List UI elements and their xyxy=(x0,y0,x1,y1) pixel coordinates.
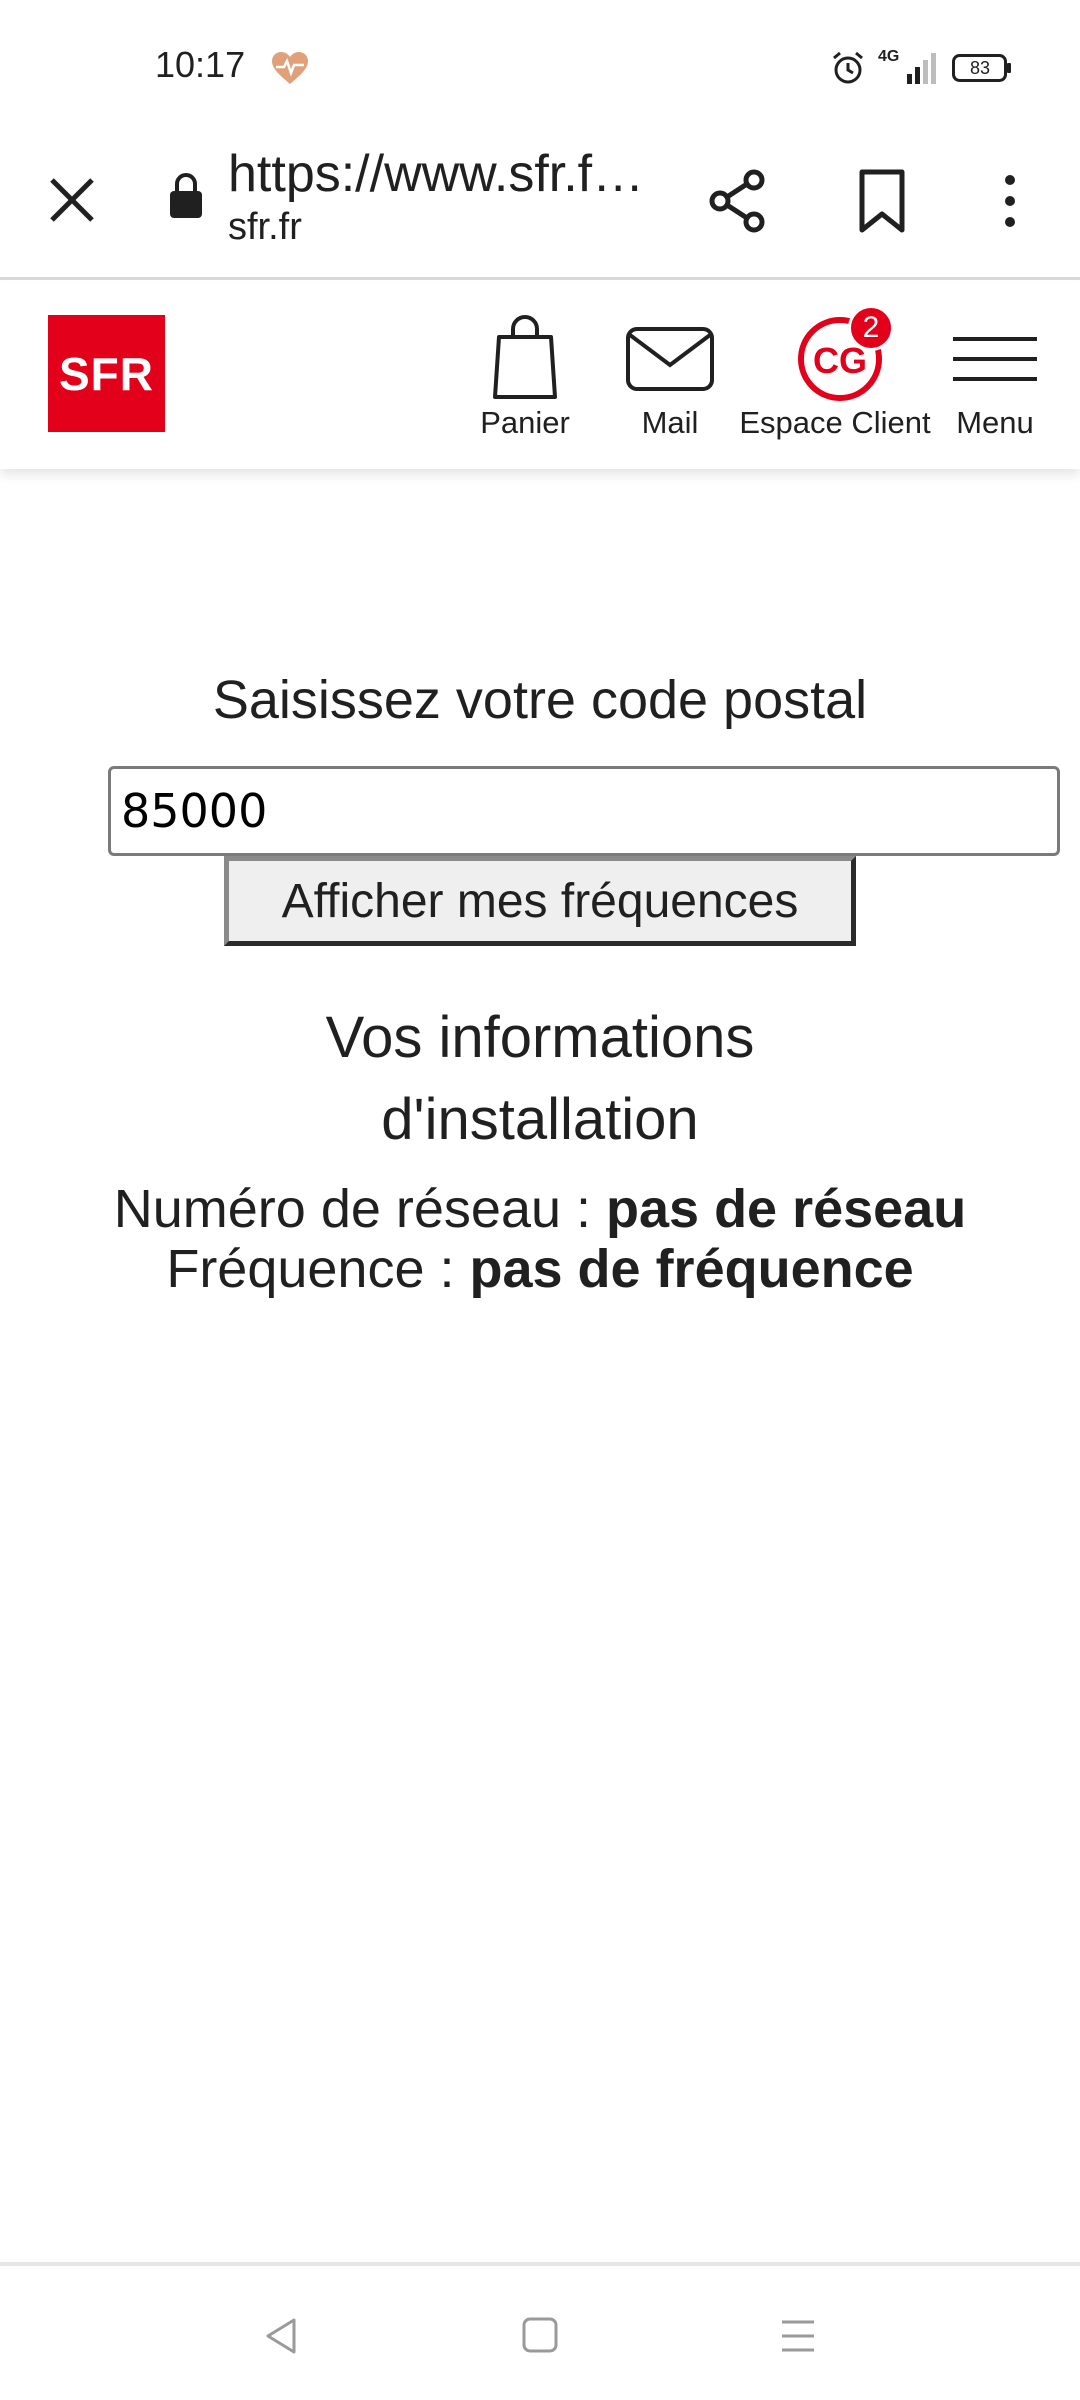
system-navigation-bar xyxy=(0,2262,1080,2400)
network-value: pas de réseau xyxy=(606,1179,967,1239)
nav-mail[interactable]: Mail xyxy=(615,313,725,443)
shopping-bag-icon xyxy=(493,315,557,399)
recent-apps-icon[interactable] xyxy=(778,2316,818,2356)
frequency-value: pas de fréquence xyxy=(469,1239,914,1299)
notification-badge: 2 xyxy=(848,305,894,351)
show-frequencies-button[interactable]: Afficher mes fréquences xyxy=(224,856,856,946)
network-label: Numéro de réseau : xyxy=(113,1179,607,1239)
status-time: 10:17 xyxy=(155,44,246,85)
mail-icon xyxy=(626,327,714,391)
signal-icon xyxy=(907,53,936,84)
frequency-row: Fréquence : pas de fréquence xyxy=(100,1239,980,1299)
nav-menu-label: Menu xyxy=(956,405,1034,440)
more-options-button[interactable] xyxy=(990,166,1030,236)
battery-icon: 83 xyxy=(952,54,1012,82)
installation-info-title: Vos informations d'installation xyxy=(0,997,1080,1161)
nav-panier-label: Panier xyxy=(480,405,570,440)
installation-info: Numéro de réseau : pas de réseau Fréquen… xyxy=(100,1179,980,1299)
url-text[interactable]: https://www.sfr.fr/... xyxy=(228,144,648,204)
lock-icon xyxy=(170,173,202,218)
sfr-logo[interactable]: SFR xyxy=(48,315,165,432)
home-icon[interactable] xyxy=(522,2316,558,2354)
nav-panier[interactable]: Panier xyxy=(470,313,580,443)
share-button[interactable] xyxy=(706,166,770,236)
network-row: Numéro de réseau : pas de réseau xyxy=(100,1179,980,1239)
status-bar: 10:17 4G 83 xyxy=(0,0,1080,130)
battery-level: 83 xyxy=(969,58,991,78)
nav-menu[interactable]: Menu xyxy=(940,313,1050,443)
domain-text: sfr.fr xyxy=(228,206,302,248)
close-tab-button[interactable] xyxy=(42,170,102,230)
postal-code-label: Saisissez votre code postal xyxy=(212,670,868,730)
alarm-icon xyxy=(833,51,863,84)
installation-info-title-text: Vos informations d'installation xyxy=(325,1005,755,1152)
nav-mail-label: Mail xyxy=(641,405,699,440)
health-heart-icon xyxy=(272,52,308,84)
hamburger-menu-icon xyxy=(953,337,1037,381)
nav-espace-client[interactable]: CG 2 Espace Client xyxy=(735,305,935,443)
nav-espace-client-label: Espace Client xyxy=(739,405,931,440)
browser-toolbar: https://www.sfr.fr/... sfr.fr xyxy=(0,130,1080,280)
postal-code-input[interactable] xyxy=(108,766,1060,856)
bookmark-button[interactable] xyxy=(854,166,910,236)
site-header: SFR Panier Mail CG 2 Espace Client Menu xyxy=(0,283,1080,469)
back-icon[interactable] xyxy=(262,2316,302,2356)
network-type: 4G xyxy=(878,48,900,65)
frequency-label: Fréquence : xyxy=(166,1239,470,1299)
